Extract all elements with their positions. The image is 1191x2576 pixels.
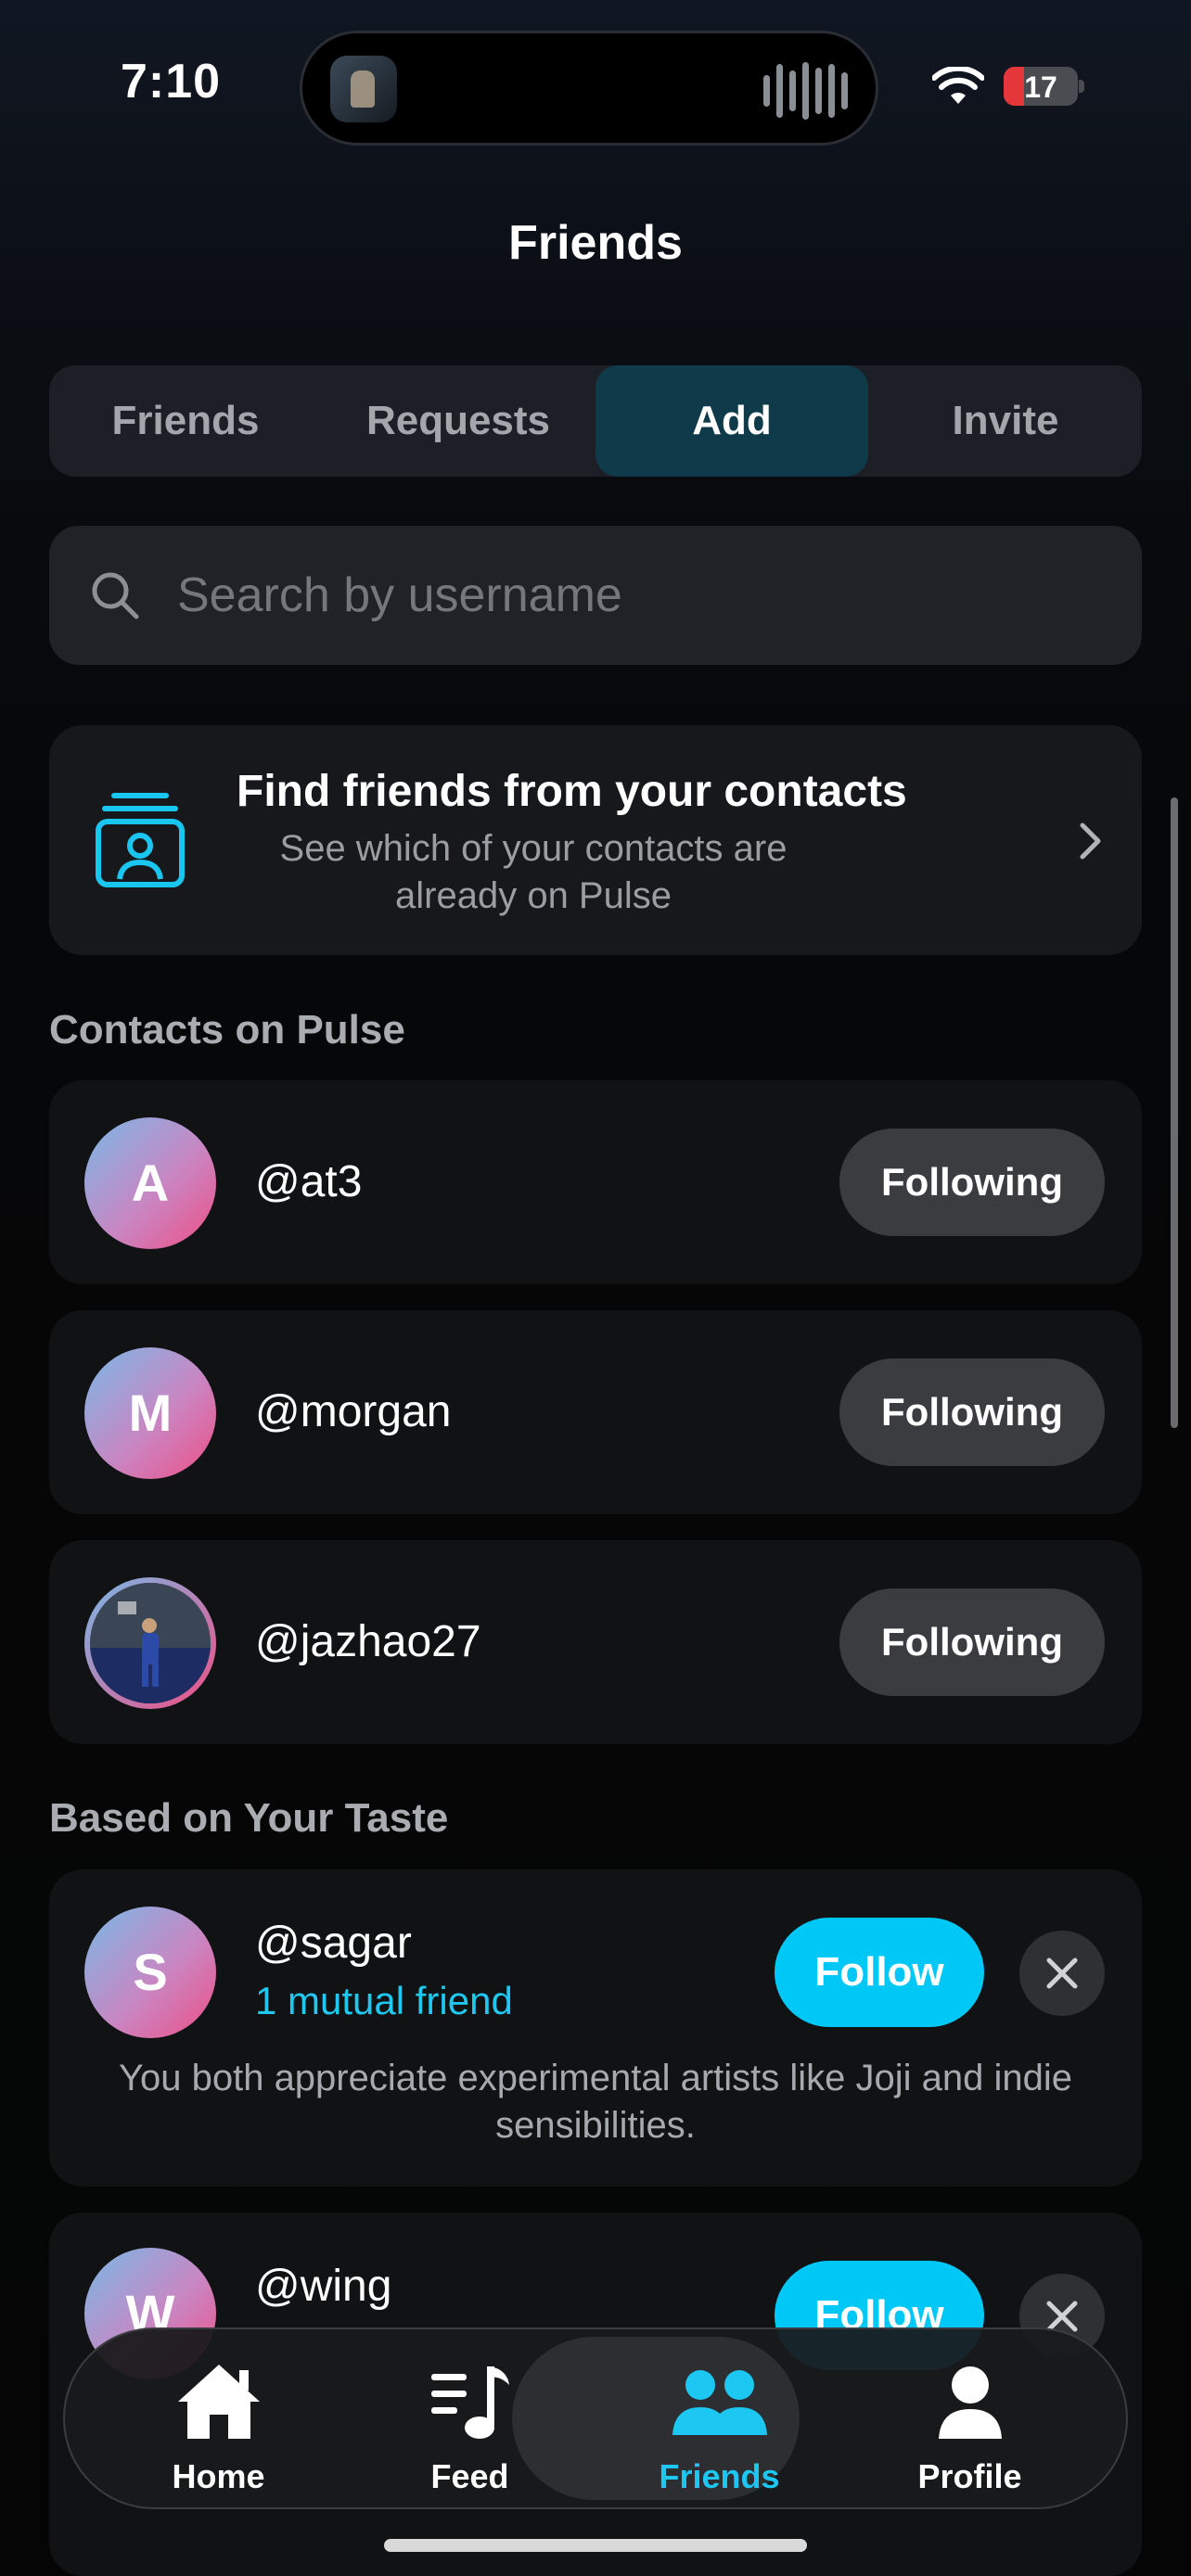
search-placeholder: Search by username <box>177 568 622 622</box>
avatar[interactable]: S <box>84 1906 216 2038</box>
battery-level: 17 <box>1024 70 1057 104</box>
profile-icon <box>938 2366 1002 2439</box>
status-time: 7:10 <box>121 55 222 108</box>
tab-friends-nav[interactable]: Friends <box>586 2329 852 2507</box>
tab-home[interactable]: Home <box>85 2329 352 2507</box>
mutual-friends-label[interactable]: 1 mutual friend <box>255 1979 513 2023</box>
following-button[interactable]: Following <box>839 1129 1105 1236</box>
contacts-section-label: Contacts on Pulse <box>49 1007 405 1052</box>
tab-profile-label: Profile <box>917 2457 1022 2495</box>
suggestion-card[interactable]: S @sagar 1 mutual friend Follow You both… <box>49 1869 1142 2187</box>
tab-add[interactable]: Add <box>596 365 868 477</box>
tab-feed[interactable]: Feed <box>337 2329 603 2507</box>
following-button[interactable]: Following <box>839 1358 1105 1466</box>
scrollbar[interactable] <box>1171 797 1178 1428</box>
audio-waveform-icon <box>763 61 848 121</box>
tab-friends[interactable]: Friends <box>49 365 322 477</box>
tab-feed-label: Feed <box>430 2457 509 2495</box>
avatar[interactable]: M <box>84 1347 216 1479</box>
contact-row[interactable]: A @at3 Following <box>49 1080 1142 1284</box>
home-indicator[interactable] <box>384 2539 807 2552</box>
contacts-card-title: Find friends from your contacts <box>237 767 907 816</box>
contact-username[interactable]: @jazhao27 <box>255 1540 481 1744</box>
find-contacts-card[interactable]: Find friends from your contacts See whic… <box>49 725 1142 955</box>
chevron-right-icon <box>1080 823 1101 860</box>
tab-profile[interactable]: Profile <box>837 2329 1103 2507</box>
suggestion-username[interactable]: @wing <box>255 2261 391 2312</box>
tab-invite[interactable]: Invite <box>869 365 1142 477</box>
basketball-player-image <box>90 1583 211 1703</box>
contacts-icon <box>96 793 185 887</box>
search-icon <box>92 572 139 619</box>
home-icon <box>177 2365 260 2439</box>
segmented-control: Friends Requests Add Invite <box>49 365 1142 477</box>
contact-username[interactable]: @morgan <box>255 1310 451 1514</box>
wifi-icon <box>932 67 984 104</box>
contact-row[interactable]: M @morgan Following <box>49 1310 1142 1514</box>
feed-icon <box>430 2366 509 2439</box>
suggestion-reason: You both appreciate experimental artists… <box>118 2058 1073 2146</box>
contact-username[interactable]: @at3 <box>255 1080 362 1284</box>
avatar[interactable]: A <box>84 1117 216 1249</box>
tab-friends-label: Friends <box>659 2457 780 2495</box>
follow-button[interactable]: Follow <box>775 1918 984 2027</box>
taste-section-label: Based on Your Taste <box>49 1795 449 1841</box>
suggestion-username[interactable]: @sagar <box>255 1918 412 1969</box>
battery-tip <box>1079 80 1084 93</box>
page-title: Friends <box>508 216 683 270</box>
avatar-photo[interactable] <box>84 1577 216 1709</box>
tab-home-label: Home <box>172 2457 265 2495</box>
friends-icon <box>672 2370 767 2435</box>
battery-indicator: 17 <box>1004 67 1078 106</box>
now-playing-artwork <box>330 56 397 122</box>
close-icon <box>1046 1958 1078 1989</box>
dynamic-island[interactable] <box>300 31 878 146</box>
contact-row[interactable]: @jazhao27 Following <box>49 1540 1142 1744</box>
contacts-card-subtitle: See which of your contacts are already o… <box>279 828 788 916</box>
tab-requests[interactable]: Requests <box>322 365 595 477</box>
dismiss-button[interactable] <box>1019 1931 1105 2016</box>
search-input[interactable]: Search by username <box>49 526 1142 665</box>
following-button[interactable]: Following <box>839 1588 1105 1696</box>
